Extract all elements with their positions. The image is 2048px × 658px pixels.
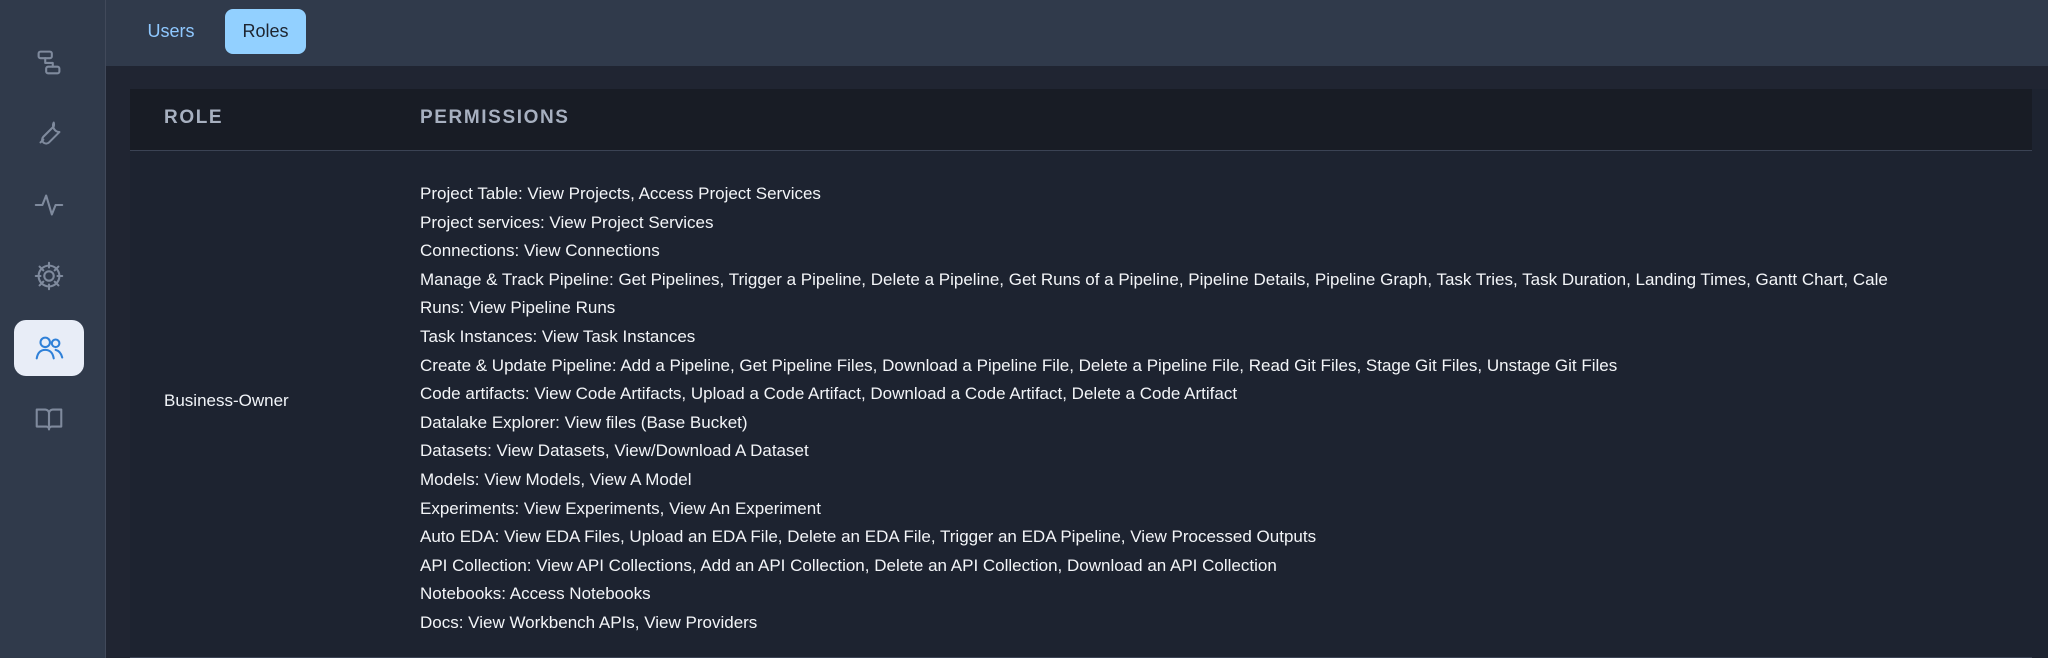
permission-item: Project Table: View Projects, Access Pro…: [420, 184, 821, 203]
roles-table: ROLE PERMISSIONS Business-Owner Project …: [130, 89, 2048, 658]
permission-item: Experiments: View Experiments, View An E…: [420, 498, 821, 518]
tab-users[interactable]: Users: [126, 9, 216, 54]
sidebar-item-settings[interactable]: [14, 248, 84, 304]
role-column-header: ROLE: [164, 107, 224, 128]
sidebar-item-tools[interactable]: [14, 105, 84, 161]
flow-icon: [37, 50, 61, 75]
role-name: Business-Owner: [164, 391, 289, 410]
permission-item: Create & Update Pipeline: Add a Pipeline…: [420, 355, 1618, 375]
permission-item: API Collection: View API Collections, Ad…: [420, 555, 1277, 575]
permission-item: Datalake Explorer: View files (Base Buck…: [420, 412, 748, 432]
permission-list: Project Table: View Projects, Access Pro…: [420, 180, 2032, 638]
activity-icon: [34, 194, 64, 216]
sidebar-item-monitoring[interactable]: [14, 177, 84, 233]
book-icon: [35, 408, 63, 431]
permission-item: Datasets: View Datasets, View/Download A…: [420, 441, 809, 461]
permissions-column-header: PERMISSIONS: [420, 107, 570, 128]
permission-item: Notebooks: Access Notebooks: [420, 584, 651, 604]
sidebar-item-docs[interactable]: [14, 391, 84, 447]
permission-item: Runs: View Pipeline Runs: [420, 298, 616, 318]
sidebar-item-users[interactable]: [14, 320, 84, 376]
table-row: Business-Owner Project Table: View Proje…: [130, 151, 2032, 658]
tab-roles[interactable]: Roles: [225, 9, 306, 54]
permission-item: Auto EDA: View EDA Files, Upload an EDA …: [420, 527, 1317, 547]
top-tab-bar: Users Roles: [106, 0, 2048, 66]
gear-icon: [34, 261, 64, 291]
users-icon: [35, 336, 64, 360]
sidebar-item-pipelines[interactable]: [14, 34, 84, 90]
table-header: ROLE PERMISSIONS: [130, 89, 2032, 151]
permission-item: Code artifacts: View Code Artifacts, Upl…: [420, 384, 1238, 404]
permission-item: Project services: View Project Services: [420, 212, 714, 232]
permission-item: Manage & Track Pipeline: Get Pipelines, …: [420, 269, 1888, 289]
wrench-icon: [39, 121, 61, 145]
sidebar: [0, 0, 106, 658]
permission-item: Connections: View Connections: [420, 241, 660, 261]
permission-item: Task Instances: View Task Instances: [420, 326, 696, 346]
app-window: Users Roles ROLE PERMISSIONS Business-Ow…: [0, 0, 2048, 658]
permission-item: Models: View Models, View A Model: [420, 469, 692, 489]
permission-item: Docs: View Workbench APIs, View Provider…: [420, 612, 758, 632]
